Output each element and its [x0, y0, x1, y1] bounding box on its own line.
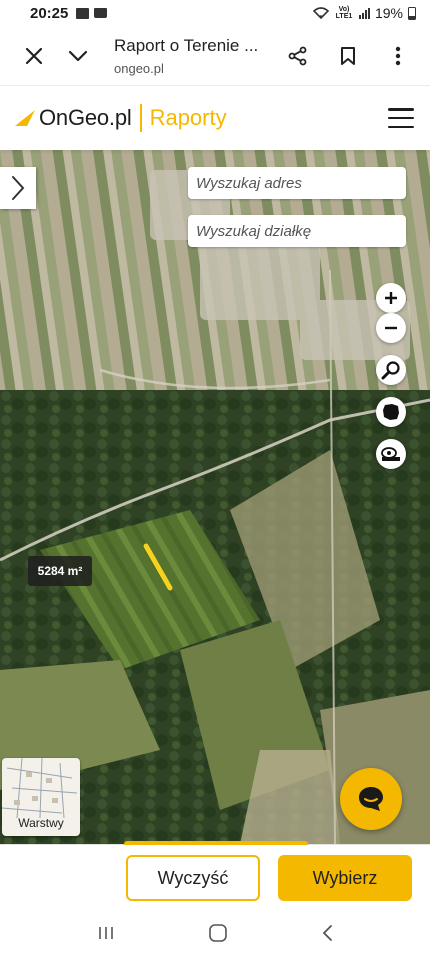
logo-mark-icon	[15, 110, 35, 126]
zoom-out-button[interactable]	[376, 313, 406, 343]
satellite-map[interactable]: 5284 m² Warstwy	[0, 150, 430, 844]
select-button[interactable]: Wybierz	[278, 855, 412, 901]
zoom-in-icon	[385, 292, 397, 304]
folder-notification-icon	[94, 8, 108, 18]
share-button[interactable]	[276, 34, 320, 78]
wifi-icon	[312, 7, 329, 19]
action-bar: Wyczyść Wybierz	[0, 841, 430, 910]
bookmark-button[interactable]	[326, 34, 370, 78]
logo-text: OnGeo.pl	[39, 105, 132, 130]
layers-button[interactable]: Warstwy	[2, 758, 80, 836]
collapse-button[interactable]	[56, 34, 100, 78]
poland-map-icon	[383, 404, 399, 420]
chat-bubble-icon	[359, 787, 383, 811]
android-nav-bar	[0, 910, 430, 960]
zoom-in-button[interactable]	[376, 283, 406, 313]
close-icon	[25, 47, 43, 64]
map-search-button[interactable]	[376, 355, 406, 385]
status-bar: 20:25 Vo) LTE1 19%	[0, 0, 430, 26]
chevron-down-icon	[68, 50, 88, 61]
logo-divider	[139, 104, 142, 132]
plot-area-label: 5284 m²	[28, 556, 92, 586]
layers-label: Warstwy	[18, 816, 64, 830]
more-vert-icon	[395, 46, 401, 65]
site-header: OnGeo.pl Raporty	[0, 86, 430, 150]
recents-button[interactable]	[97, 925, 115, 946]
site-logo[interactable]: OnGeo.pl Raporty	[14, 104, 227, 132]
browser-toolbar: Raport o Terenie ... ongeo.pl	[0, 26, 430, 86]
page-url: ongeo.pl	[114, 60, 164, 76]
home-button[interactable]	[208, 923, 228, 948]
share-icon	[288, 46, 307, 65]
more-options-button[interactable]	[376, 34, 420, 78]
recents-icon	[98, 926, 113, 939]
search-plot-input[interactable]	[188, 215, 406, 247]
menu-button[interactable]	[388, 108, 414, 128]
search-address-input[interactable]	[188, 167, 406, 199]
measure-button[interactable]	[376, 439, 406, 469]
zoom-out-icon	[385, 326, 397, 330]
bookmark-icon	[341, 46, 355, 65]
home-icon	[209, 923, 227, 942]
back-button[interactable]	[321, 924, 333, 947]
chat-button[interactable]	[340, 768, 402, 830]
signal-icon	[358, 7, 370, 19]
satellite-imagery	[0, 150, 430, 844]
close-button[interactable]	[12, 34, 56, 78]
expand-panel-button[interactable]	[0, 167, 36, 209]
poland-map-button[interactable]	[376, 397, 406, 427]
measure-icon	[381, 447, 400, 461]
gallery-notification-icon	[76, 7, 90, 19]
search-icon	[381, 361, 400, 380]
status-time: 20:25	[30, 4, 69, 22]
section-title: Raporty	[149, 105, 227, 130]
panel-handle[interactable]	[124, 841, 308, 845]
battery-icon	[408, 6, 416, 20]
battery-percent: 19%	[374, 5, 403, 21]
page-title-area[interactable]: Raport o Terenie ... ongeo.pl	[100, 36, 276, 76]
volte-label: Vo) LTE1	[335, 6, 353, 20]
chevron-right-icon	[12, 176, 25, 200]
back-icon	[323, 924, 333, 941]
clear-button[interactable]: Wyczyść	[126, 855, 260, 901]
page-title: Raport o Terenie ...	[114, 35, 259, 55]
